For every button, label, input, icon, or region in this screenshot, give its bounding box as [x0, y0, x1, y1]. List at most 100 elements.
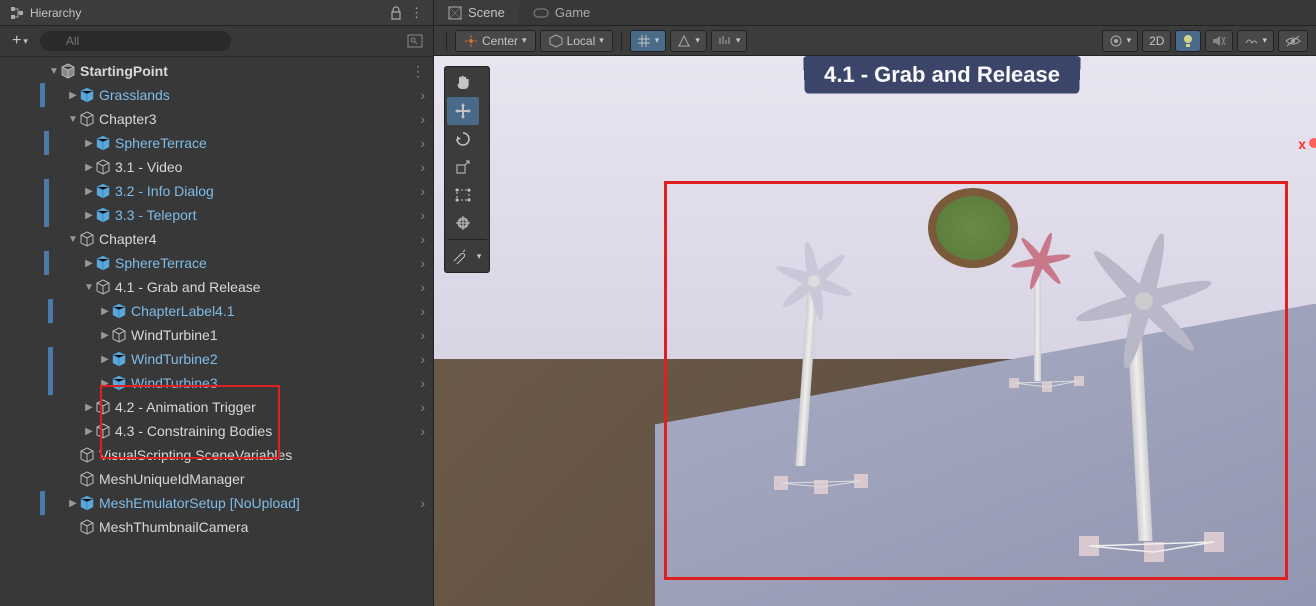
- hierarchy-item[interactable]: MeshThumbnailCamera: [0, 515, 433, 539]
- search-input[interactable]: [40, 31, 231, 51]
- hierarchy-item[interactable]: MeshUniqueIdManager: [0, 467, 433, 491]
- search-by-type-icon[interactable]: [403, 34, 427, 48]
- expand-arrow-icon[interactable]: ▼: [83, 282, 95, 293]
- grid-snap-toggle[interactable]: ▾: [630, 30, 667, 52]
- expand-arrow-icon[interactable]: ▶: [83, 426, 95, 437]
- wind-turbine-1: [764, 236, 844, 496]
- open-prefab-icon[interactable]: ›: [420, 279, 425, 295]
- tab-scene[interactable]: Scene: [434, 1, 519, 24]
- scene-toolbar: Center ▾ Local ▾ ▾ ▾ ▾ ▾ 2D: [434, 26, 1316, 56]
- hierarchy-item[interactable]: ▶SphereTerrace›: [0, 131, 433, 155]
- hierarchy-item[interactable]: ▶4.2 - Animation Trigger›: [0, 395, 433, 419]
- tab-game[interactable]: Game: [519, 1, 604, 24]
- expand-arrow-icon[interactable]: ▼: [48, 66, 60, 77]
- move-tool[interactable]: [447, 97, 479, 125]
- snap-increment-button[interactable]: ▾: [670, 30, 707, 52]
- hierarchy-item[interactable]: ▶ WindTurbine2 ›: [0, 347, 433, 371]
- hierarchy-item[interactable]: ▶ 4.3 - Constraining Bodies ›: [0, 419, 433, 443]
- open-prefab-icon[interactable]: ›: [420, 135, 425, 151]
- hierarchy-item-label: WindTurbine2: [131, 351, 218, 367]
- gameobject-cube-icon: [79, 231, 95, 247]
- open-prefab-icon[interactable]: ›: [420, 495, 425, 511]
- lighting-toggle[interactable]: [1175, 30, 1201, 52]
- context-icon[interactable]: ⋮: [411, 63, 425, 80]
- hierarchy-toolbar: +▾: [0, 26, 433, 57]
- toggle-2d[interactable]: 2D: [1142, 30, 1171, 52]
- draw-mode-dropdown[interactable]: ▾: [1102, 30, 1139, 52]
- expand-arrow-icon[interactable]: ▼: [67, 234, 79, 245]
- space-mode-dropdown[interactable]: Local ▾: [540, 30, 613, 52]
- scene-panel: Scene Game Center ▾ Local ▾ ▾ ▾ ▾: [434, 0, 1316, 606]
- open-prefab-icon[interactable]: ›: [420, 183, 425, 199]
- expand-arrow-icon[interactable]: ▶: [99, 354, 111, 365]
- tab-scene-label: Scene: [468, 5, 505, 20]
- expand-arrow-icon[interactable]: ▶: [83, 402, 95, 413]
- open-prefab-icon[interactable]: ›: [420, 303, 425, 319]
- expand-arrow-icon[interactable]: ▶: [99, 306, 111, 317]
- prefab-cube-icon: [95, 135, 111, 151]
- root-label: StartingPoint: [80, 63, 168, 79]
- open-prefab-icon[interactable]: ›: [420, 423, 425, 439]
- open-prefab-icon[interactable]: ›: [420, 111, 425, 127]
- gameobject-cube-icon: [111, 327, 127, 343]
- hierarchy-item[interactable]: ▼Chapter4›: [0, 227, 433, 251]
- fx-toggle[interactable]: ▾: [1237, 30, 1274, 52]
- lock-icon[interactable]: [390, 6, 402, 20]
- expand-arrow-icon[interactable]: ▶: [83, 210, 95, 221]
- expand-arrow-icon[interactable]: ▶: [83, 138, 95, 149]
- gameobject-cube-icon: [95, 279, 111, 295]
- create-dropdown[interactable]: +▾: [6, 30, 34, 52]
- view-tool[interactable]: [447, 69, 479, 97]
- open-prefab-icon[interactable]: ›: [420, 327, 425, 343]
- hierarchy-item[interactable]: ▶WindTurbine3›: [0, 371, 433, 395]
- hierarchy-item[interactable]: ▶ 3.2 - Info Dialog ›: [0, 179, 433, 203]
- prefab-cube-icon: [95, 183, 111, 199]
- axis-x-marker: x: [1298, 136, 1306, 152]
- custom-tools-dropdown[interactable]: ▾: [471, 242, 487, 270]
- expand-arrow-icon[interactable]: ▶: [83, 186, 95, 197]
- hierarchy-tree[interactable]: ▼ StartingPoint ⋮ ▶Grasslands›▼Chapter3›…: [0, 57, 433, 606]
- prefab-cube-icon: [95, 255, 111, 271]
- open-prefab-icon[interactable]: ›: [420, 231, 425, 247]
- open-prefab-icon[interactable]: ›: [420, 87, 425, 103]
- open-prefab-icon[interactable]: ›: [420, 399, 425, 415]
- rotate-tool[interactable]: [447, 125, 479, 153]
- hierarchy-item-label: MeshEmulatorSetup [NoUpload]: [99, 495, 300, 511]
- hierarchy-panel: Hierarchy ⋮ +▾ ▼ StartingPoint ⋮: [0, 0, 434, 606]
- hierarchy-item[interactable]: ▶3.1 - Video›: [0, 155, 433, 179]
- expand-arrow-icon[interactable]: ▶: [83, 162, 95, 173]
- open-prefab-icon[interactable]: ›: [420, 159, 425, 175]
- hierarchy-item[interactable]: ▼Chapter3›: [0, 107, 433, 131]
- visibility-toggle[interactable]: [1278, 30, 1308, 52]
- hierarchy-item[interactable]: ▶ MeshEmulatorSetup [NoUpload] ›: [0, 491, 433, 515]
- hierarchy-item-label: 4.3 - Constraining Bodies: [115, 423, 272, 439]
- scene-viewport[interactable]: 4.1 - Grab and Release: [434, 56, 1316, 606]
- expand-arrow-icon[interactable]: ▶: [83, 258, 95, 269]
- expand-arrow-icon[interactable]: ▶: [67, 90, 79, 101]
- open-prefab-icon[interactable]: ›: [420, 375, 425, 391]
- expand-arrow-icon[interactable]: ▶: [99, 378, 111, 389]
- rect-tool[interactable]: [447, 181, 479, 209]
- hierarchy-item[interactable]: ▶WindTurbine1›: [0, 323, 433, 347]
- pivot-mode-dropdown[interactable]: Center ▾: [455, 30, 536, 52]
- audio-toggle[interactable]: [1205, 30, 1233, 52]
- hierarchy-root[interactable]: ▼ StartingPoint ⋮: [0, 59, 433, 83]
- snap-settings-button[interactable]: ▾: [711, 30, 748, 52]
- scale-tool[interactable]: [447, 153, 479, 181]
- transform-tool[interactable]: [447, 209, 479, 237]
- kebab-menu-icon[interactable]: ⋮: [410, 5, 423, 21]
- expand-arrow-icon[interactable]: ▶: [99, 330, 111, 341]
- hierarchy-item[interactable]: ▼4.1 - Grab and Release›: [0, 275, 433, 299]
- open-prefab-icon[interactable]: ›: [420, 351, 425, 367]
- hierarchy-item[interactable]: ▶3.3 - Teleport›: [0, 203, 433, 227]
- expand-arrow-icon[interactable]: ▶: [67, 498, 79, 509]
- hierarchy-item[interactable]: ▶ChapterLabel4.1›: [0, 299, 433, 323]
- open-prefab-icon[interactable]: ›: [420, 207, 425, 223]
- expand-arrow-icon[interactable]: ▼: [67, 114, 79, 125]
- hierarchy-item-label: 3.2 - Info Dialog: [115, 183, 214, 199]
- custom-tools-button[interactable]: [447, 242, 471, 270]
- open-prefab-icon[interactable]: ›: [420, 255, 425, 271]
- hierarchy-item[interactable]: VisualScripting SceneVariables: [0, 443, 433, 467]
- hierarchy-item[interactable]: ▶Grasslands›: [0, 83, 433, 107]
- hierarchy-item[interactable]: ▶SphereTerrace›: [0, 251, 433, 275]
